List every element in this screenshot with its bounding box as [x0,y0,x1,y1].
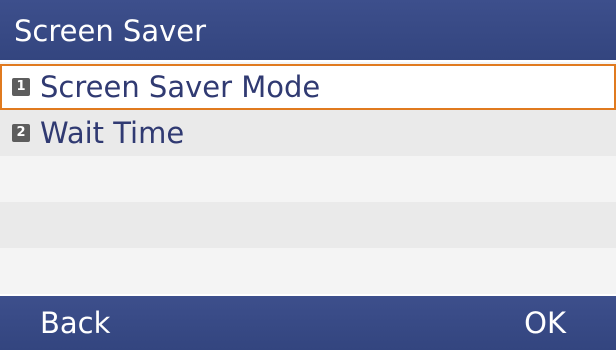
softkey-bar: Back OK [0,294,616,350]
ok-softkey[interactable]: OK [524,296,566,350]
phone-screen: Screen Saver 1 Screen Saver Mode 2 Wait … [0,0,616,350]
menu-item-screen-saver-mode[interactable]: 1 Screen Saver Mode [0,64,616,110]
menu-row-empty [0,248,616,294]
back-softkey[interactable]: Back [40,296,110,350]
menu-row-empty [0,156,616,202]
number-1-icon: 1 [12,78,30,96]
menu-item-label: Screen Saver Mode [40,70,321,104]
menu-list: 1 Screen Saver Mode 2 Wait Time [0,64,616,294]
menu-row-empty [0,202,616,248]
menu-item-label: Wait Time [40,116,185,150]
screen-title: Screen Saver [0,0,616,62]
number-2-icon: 2 [12,124,30,142]
menu-item-wait-time[interactable]: 2 Wait Time [0,110,616,156]
